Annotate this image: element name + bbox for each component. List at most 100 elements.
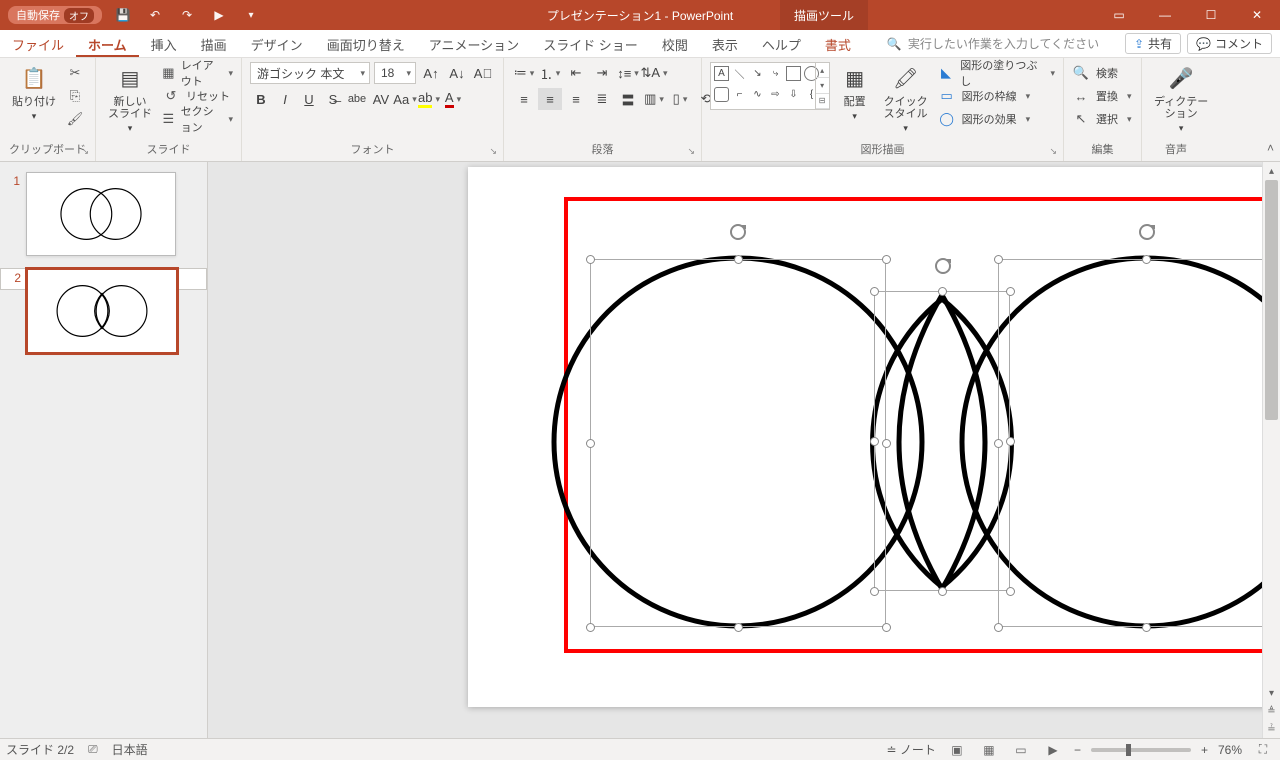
view-sorter-icon[interactable]: ▦ — [978, 741, 1000, 759]
shape-curve-icon[interactable]: ∿ — [750, 87, 765, 102]
handle[interactable] — [882, 439, 891, 448]
gallery-up-icon[interactable]: ▴ — [816, 63, 829, 78]
char-spacing-icon[interactable]: AV — [370, 88, 392, 110]
handle[interactable] — [1142, 623, 1151, 632]
collapse-ribbon-icon[interactable]: ˄ — [1267, 141, 1274, 155]
selection-box-left[interactable] — [590, 259, 886, 627]
scroll-up-icon[interactable]: ▴ — [1263, 162, 1280, 180]
gallery-more-icon[interactable]: ⊟ — [816, 94, 829, 109]
tab-view[interactable]: 表示 — [700, 30, 750, 57]
handle[interactable] — [734, 623, 743, 632]
fit-to-window-icon[interactable]: ⛶ — [1252, 741, 1274, 759]
ribbon-options-icon[interactable]: ▭ — [1096, 0, 1142, 30]
font-color-icon[interactable]: A — [442, 88, 464, 110]
handle[interactable] — [734, 255, 743, 264]
columns-icon[interactable]: ▥ — [642, 88, 666, 110]
paste-button[interactable]: 📋 貼り付け ▾ — [8, 62, 60, 124]
thumbnail-slide-2[interactable]: 2 — [0, 268, 207, 290]
strike-icon[interactable]: S̶ — [322, 88, 344, 110]
shape-roundrect-icon[interactable] — [714, 87, 729, 102]
tell-me-search[interactable]: 🔍 実行したい作業を入力してください — [887, 30, 1099, 57]
handle[interactable] — [1006, 437, 1015, 446]
shape-fill-button[interactable]: ◣図形の塗りつぶし — [938, 62, 1055, 84]
bullets-icon[interactable]: ≔ — [512, 62, 536, 84]
qat-more-icon[interactable]: ▾ — [240, 4, 262, 26]
rotate-handle-center[interactable] — [934, 257, 952, 275]
status-language[interactable]: 日本語 — [112, 741, 148, 758]
tab-insert[interactable]: 挿入 — [139, 30, 189, 57]
shape-outline-button[interactable]: ▭図形の枠線 — [938, 85, 1055, 107]
italic-icon[interactable]: I — [274, 88, 296, 110]
gallery-down-icon[interactable]: ▾ — [816, 78, 829, 93]
find-button[interactable]: 🔍検索 — [1072, 62, 1132, 84]
shape-right-arrow-icon[interactable]: ⇨ — [768, 87, 783, 102]
tab-slideshow[interactable]: スライド ショー — [531, 30, 650, 57]
numbering-icon[interactable]: ⒈ — [538, 62, 562, 84]
handle[interactable] — [882, 255, 891, 264]
view-normal-icon[interactable]: ▣ — [946, 741, 968, 759]
tab-review[interactable]: 校閲 — [650, 30, 700, 57]
shape-rect-icon[interactable] — [786, 66, 801, 81]
share-button[interactable]: ⇪ 共有 — [1125, 33, 1181, 54]
font-size-select[interactable]: 18▾ — [374, 62, 416, 84]
shadow-icon[interactable]: abe — [346, 88, 368, 110]
shape-line-icon[interactable]: ＼ — [732, 66, 747, 81]
align-right-icon[interactable]: ≡ — [564, 88, 588, 110]
save-icon[interactable]: 💾 — [112, 4, 134, 26]
handle[interactable] — [1006, 587, 1015, 596]
view-slideshow-icon[interactable]: ▶ — [1042, 741, 1064, 759]
drawing-launcher-icon[interactable]: ↘ — [1049, 144, 1057, 158]
dictate-button[interactable]: 🎤 ディクテー ション▾ — [1150, 62, 1212, 136]
clear-format-icon[interactable]: A⃠ — [472, 62, 494, 84]
vertical-scrollbar[interactable]: ▴ ▾ ≜ ≟ — [1262, 162, 1280, 738]
handle[interactable] — [870, 287, 879, 296]
tab-file[interactable]: ファイル — [0, 30, 76, 57]
tab-transitions[interactable]: 画面切り替え — [315, 30, 417, 57]
handle[interactable] — [1006, 287, 1015, 296]
align-center-icon[interactable]: ≡ — [538, 88, 562, 110]
font-name-select[interactable]: 游ゴシック 本文▾ — [250, 62, 370, 84]
font-launcher-icon[interactable]: ↘ — [489, 144, 497, 158]
shape-connector-icon[interactable]: ⤷ — [768, 66, 783, 81]
selection-box-center[interactable] — [874, 291, 1010, 591]
view-reading-icon[interactable]: ▭ — [1010, 741, 1032, 759]
tab-animations[interactable]: アニメーション — [417, 30, 531, 57]
handle[interactable] — [586, 439, 595, 448]
prev-slide-icon[interactable]: ≜ — [1263, 702, 1280, 720]
underline-icon[interactable]: U — [298, 88, 320, 110]
selection-box-right[interactable] — [998, 259, 1280, 627]
zoom-out-icon[interactable]: − — [1074, 743, 1081, 757]
shape-arrow-icon[interactable]: ↘ — [750, 66, 765, 81]
shapes-gallery[interactable]: A ＼ ↘ ⤷ ⌐ ∿ ⇨ ⇩ { ▴ ▾ — [710, 62, 830, 110]
notes-button[interactable]: ≐ ノート — [887, 741, 936, 758]
increase-indent-icon[interactable]: ⇥ — [590, 62, 614, 84]
thumbnail-slide-1[interactable]: 1 — [0, 172, 207, 268]
next-slide-icon[interactable]: ≟ — [1263, 720, 1280, 738]
select-button[interactable]: ↖選択 — [1072, 108, 1132, 130]
handle[interactable] — [994, 623, 1003, 632]
handle[interactable] — [586, 255, 595, 264]
maximize-icon[interactable]: ☐ — [1188, 0, 1234, 30]
redo-icon[interactable]: ↷ — [176, 4, 198, 26]
replace-button[interactable]: ↔置換 — [1072, 85, 1132, 107]
handle[interactable] — [1142, 255, 1151, 264]
handle[interactable] — [938, 587, 947, 596]
increase-font-icon[interactable]: A↑ — [420, 62, 442, 84]
align-left-icon[interactable]: ≡ — [512, 88, 536, 110]
slide-canvas[interactable] — [468, 167, 1280, 707]
cut-button[interactable]: ✂ — [66, 62, 84, 84]
start-slideshow-icon[interactable]: ▶ — [208, 4, 230, 26]
handle[interactable] — [938, 287, 947, 296]
scrollbar-thumb[interactable] — [1265, 180, 1278, 420]
paragraph-launcher-icon[interactable]: ↘ — [687, 144, 695, 158]
zoom-level[interactable]: 76% — [1218, 743, 1242, 757]
decrease-indent-icon[interactable]: ⇤ — [564, 62, 588, 84]
align-justify-icon[interactable]: ≣ — [590, 88, 614, 110]
distribute-icon[interactable]: 〓 — [616, 88, 640, 110]
zoom-in-icon[interactable]: + — [1201, 743, 1208, 757]
tab-design[interactable]: デザイン — [239, 30, 315, 57]
arrange-button[interactable]: ▦ 配置▾ — [836, 62, 874, 124]
shape-down-arrow-icon[interactable]: ⇩ — [786, 87, 801, 102]
slide-edit-area[interactable]: ▴ ▾ ≜ ≟ — [208, 162, 1280, 738]
handle[interactable] — [994, 439, 1003, 448]
